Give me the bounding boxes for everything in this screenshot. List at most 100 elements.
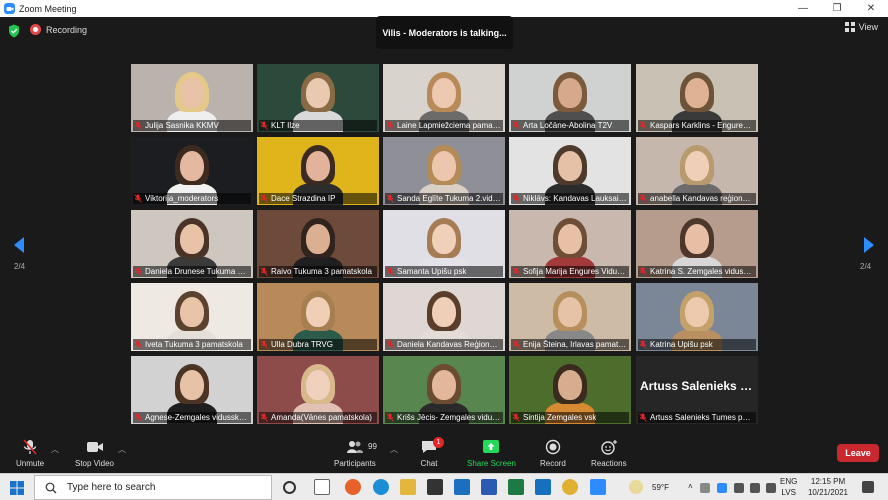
recording-indicator[interactable]: Recording — [30, 24, 87, 35]
participant-video-tile[interactable]: Katrina Upišu psk — [636, 283, 758, 351]
microsoft-store-icon[interactable] — [427, 479, 443, 495]
excel-icon[interactable] — [508, 479, 524, 495]
muted-microphone-icon — [23, 439, 37, 455]
firefox-icon[interactable] — [345, 479, 361, 495]
participant-video-tile[interactable]: Arta Ločāne-Abolina T2V — [509, 64, 631, 132]
participant-video-tile[interactable]: Kaspars Karklins - Engures pamatskola — [636, 64, 758, 132]
participant-video-tile[interactable]: Dace Strazdina IP — [257, 137, 379, 205]
participant-video-tile[interactable]: Ulla Dubra TRVG — [257, 283, 379, 351]
taskbar-search-box[interactable]: Type here to search — [34, 475, 272, 500]
maximize-button[interactable]: ❐ — [820, 0, 854, 17]
task-view-icon[interactable] — [314, 479, 330, 495]
participant-name-label: Sofija Marija Engures Vidusskola — [511, 266, 629, 277]
next-page-icon[interactable] — [862, 236, 876, 254]
tray-zoom-icon[interactable] — [717, 483, 727, 493]
muted-mic-icon — [134, 267, 142, 276]
muted-mic-icon — [512, 194, 520, 203]
wifi-icon[interactable] — [750, 483, 760, 493]
battery-icon[interactable] — [734, 483, 744, 493]
zoom-app-icon[interactable] — [590, 479, 606, 495]
participant-video-tile[interactable]: Niklāvs: Kandavas Lauksaimniecības tehni… — [509, 137, 631, 205]
cortana-icon[interactable] — [283, 481, 296, 494]
notification-center-icon[interactable] — [862, 481, 874, 493]
muted-mic-icon — [260, 267, 268, 276]
participant-name: Laine Lapmiežciema pamatskola — [397, 121, 501, 130]
clock-date: 10/21/2021 — [807, 488, 849, 497]
muted-mic-icon — [386, 267, 394, 276]
weather-temperature[interactable]: 59°F — [652, 483, 669, 492]
taskbar-clock[interactable]: 12:15 PM 10/21/2021 — [802, 476, 854, 498]
minimize-button[interactable]: — — [786, 0, 820, 17]
person-face — [432, 370, 456, 400]
participant-video-tile[interactable]: Laine Lapmiežciema pamatskola — [383, 64, 505, 132]
participant-video-tile[interactable]: Daniela Drunese Tukuma 2.vidusskola — [131, 210, 253, 278]
audio-options-chevron-icon[interactable]: ︿ — [51, 444, 59, 455]
participant-name: Katrina Upišu psk — [650, 340, 713, 349]
share-screen-label: Share Screen — [467, 459, 516, 468]
participant-video-tile[interactable]: Sofija Marija Engures Vidusskola — [509, 210, 631, 278]
file-explorer-icon[interactable] — [400, 479, 416, 495]
chat-label: Chat — [420, 459, 438, 468]
language-indicator[interactable]: ENG LVS — [780, 476, 797, 498]
participant-video-tile[interactable]: Samanta Upišu psk — [383, 210, 505, 278]
participant-video-tile[interactable]: Iveta Tukuma 3 pamatskola — [131, 283, 253, 351]
muted-mic-icon — [639, 413, 647, 422]
participant-video-tile[interactable]: Enija Šteina, Irlavas pamatskola — [509, 283, 631, 351]
participant-video-tile[interactable]: Viktorija_moderators — [131, 137, 253, 205]
outlook-icon[interactable] — [535, 479, 551, 495]
participant-video-tile[interactable]: Katrina S. Zemgales vidusskola — [636, 210, 758, 278]
participants-count: 99 — [368, 442, 377, 451]
participant-name: Katrina S. Zemgales vidusskola — [650, 267, 754, 276]
tray-chevron-icon[interactable]: ˄ — [688, 482, 693, 491]
participant-name-label: anabella Kandavas reģiona vidusskola — [638, 193, 756, 204]
windows-start-icon[interactable] — [10, 481, 24, 495]
record-button[interactable]: Record — [540, 439, 566, 468]
participant-video-tile[interactable]: Krišs Jēcis- Zemgales vidusskola — [383, 356, 505, 424]
participant-video-tile[interactable]: anabella Kandavas reģiona vidusskola — [636, 137, 758, 205]
participant-video-tile[interactable]: KLT Ilze — [257, 64, 379, 132]
stop-video-label: Stop Video — [75, 459, 114, 468]
chrome-icon[interactable] — [562, 479, 578, 495]
participant-video-tile[interactable]: Daniela Kandavas Reģiona vidusskola — [383, 283, 505, 351]
leave-meeting-button[interactable]: Leave — [837, 444, 879, 462]
security-shield-icon[interactable] — [8, 24, 20, 38]
stop-video-button[interactable]: Stop Video — [75, 439, 114, 468]
participant-name-label: KLT Ilze — [259, 120, 377, 131]
participant-video-tile[interactable]: Sanda Eglīte Tukuma 2.vidusskola — [383, 137, 505, 205]
participant-video-tile[interactable]: Artuss Salenieks Tumes pamatskola Artuss … — [636, 356, 758, 424]
language-top: ENG — [780, 477, 798, 486]
previous-page-icon[interactable] — [12, 236, 26, 254]
close-button[interactable]: ✕ — [854, 0, 888, 17]
tray-app-icon[interactable] — [700, 483, 710, 493]
video-options-chevron-icon[interactable]: ︿ — [118, 444, 126, 455]
volume-icon[interactable] — [766, 483, 776, 493]
participant-video-tile[interactable]: Agnese-Zemgales vidusskola — [131, 356, 253, 424]
window-titlebar: Zoom Meeting — ❐ ✕ — [0, 0, 888, 17]
participant-display-name: Artuss Salenieks Tumes pamatskola — [640, 379, 756, 393]
person-face — [558, 297, 582, 327]
word-icon[interactable] — [481, 479, 497, 495]
window-controls: — ❐ ✕ — [786, 0, 888, 17]
muted-mic-icon — [260, 413, 268, 422]
reactions-button[interactable]: Reactions — [591, 439, 627, 468]
participant-name-label: Krišs Jēcis- Zemgales vidusskola — [385, 412, 503, 423]
participant-name-label: Katrina Upišu psk — [638, 339, 756, 350]
mail-icon[interactable] — [454, 479, 470, 495]
participant-name: Amanda(Vānes pamatskola) — [271, 413, 372, 422]
participant-name: Sofija Marija Engures Vidusskola — [523, 267, 627, 276]
participant-video-tile[interactable]: Raivo Tukuma 3 pamatskola — [257, 210, 379, 278]
view-button[interactable]: View — [844, 22, 878, 32]
participant-name-label: Enija Šteina, Irlavas pamatskola — [511, 339, 629, 350]
participants-options-chevron-icon[interactable]: ︿ — [390, 444, 398, 455]
weather-cloud-icon[interactable] — [629, 480, 643, 494]
participant-name: Dace Strazdina IP — [271, 194, 336, 203]
record-label: Record — [540, 459, 566, 468]
participant-video-tile[interactable]: Julija Sasnika KKMV — [131, 64, 253, 132]
muted-mic-icon — [134, 194, 142, 203]
share-screen-button[interactable]: Share Screen — [467, 439, 516, 468]
edge-browser-icon[interactable] — [373, 479, 389, 495]
participant-video-tile[interactable]: Sintija Zemgales vsk — [509, 356, 631, 424]
participant-name: Viktorija_moderators — [145, 194, 219, 203]
participant-video-tile[interactable]: Amanda(Vānes pamatskola) — [257, 356, 379, 424]
unmute-button[interactable]: Unmute — [16, 439, 44, 468]
